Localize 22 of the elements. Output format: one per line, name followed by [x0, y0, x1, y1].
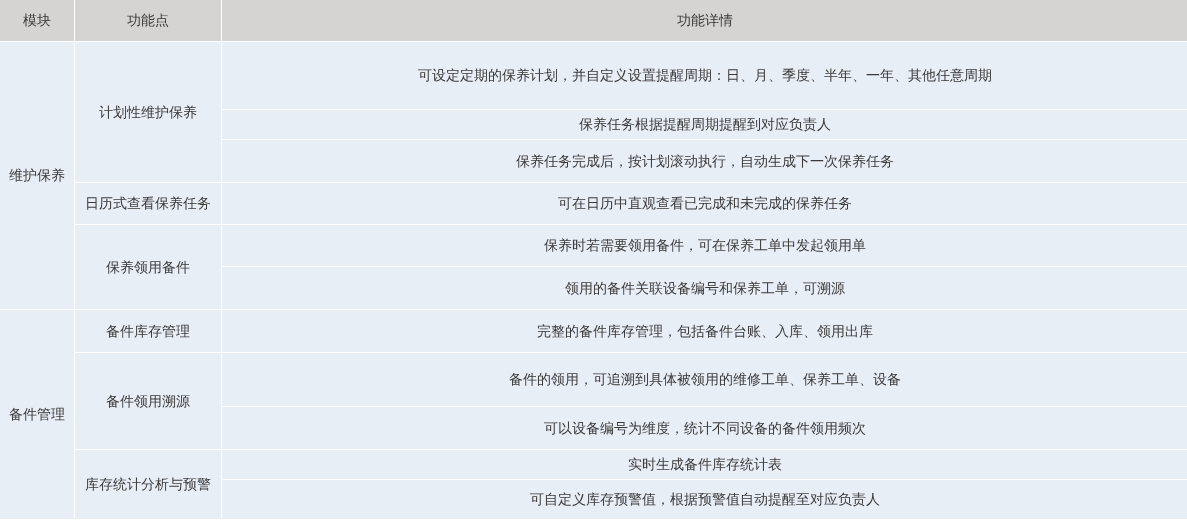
- table-cell: 领用的备件关联设备编号和保养工单，可溯源: [222, 267, 1187, 309]
- table-cell: 备件领用溯源: [75, 353, 221, 449]
- table-cell: 保养任务完成后，按计划滚动执行，自动生成下一次保养任务: [222, 140, 1187, 182]
- column-header: 功能点: [75, 0, 221, 41]
- table-cell: 备件的领用，可追溯到具体被领用的维修工单、保养工单、设备: [222, 353, 1187, 406]
- table-cell: 完整的备件库存管理，包括备件台账、入库、领用出库: [222, 310, 1187, 352]
- table-cell: 库存统计分析与预警: [75, 450, 221, 519]
- column-header: 模块: [0, 0, 74, 41]
- table-cell: 保养时若需要领用备件，可在保养工单中发起领用单: [222, 225, 1187, 266]
- table-cell: 备件管理: [0, 310, 74, 519]
- table-cell: 保养任务根据提醒周期提醒到对应负责人: [222, 110, 1187, 139]
- table-cell: 保养领用备件: [75, 225, 221, 309]
- table-cell: 可以设备编号为维度，统计不同设备的备件领用频次: [222, 407, 1187, 449]
- table-cell: 可设定定期的保养计划，并自定义设置提醒周期：日、月、季度、半年、一年、其他任意周期: [222, 42, 1187, 109]
- table-cell: 维护保养: [0, 42, 74, 309]
- table-cell: 备件库存管理: [75, 310, 221, 352]
- table-cell: 日历式查看保养任务: [75, 183, 221, 224]
- table-cell: 可在日历中直观查看已完成和未完成的保养任务: [222, 183, 1187, 224]
- table-cell: 计划性维护保养: [75, 42, 221, 182]
- table-cell: 实时生成备件库存统计表: [222, 450, 1187, 479]
- table-cell: 可自定义库存预警值，根据预警值自动提醒至对应负责人: [222, 480, 1187, 519]
- column-header: 功能详情: [222, 0, 1187, 41]
